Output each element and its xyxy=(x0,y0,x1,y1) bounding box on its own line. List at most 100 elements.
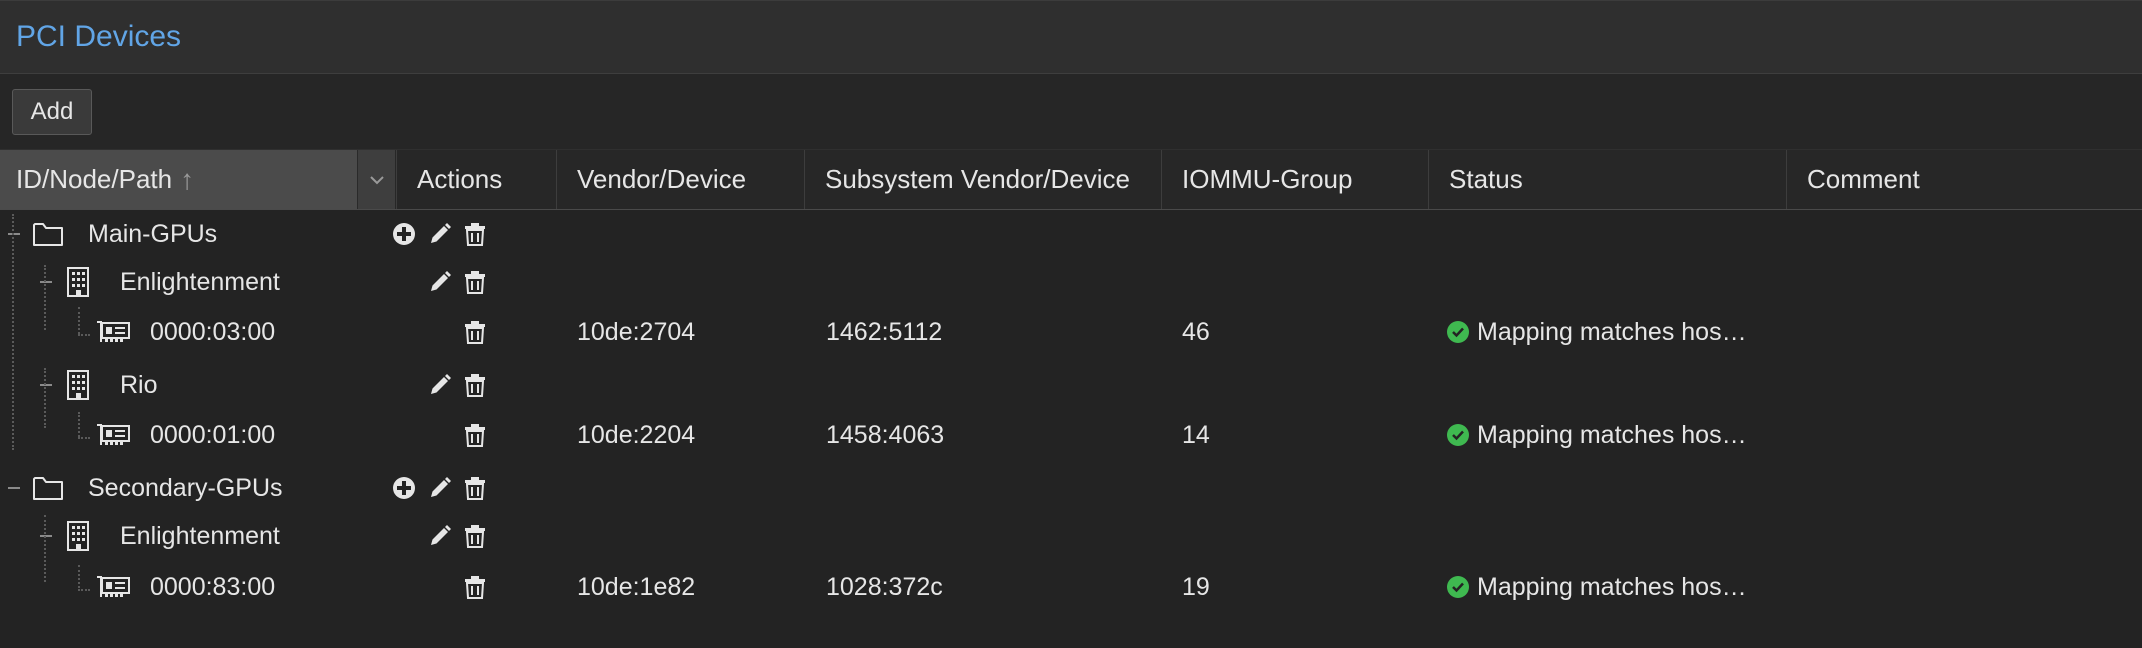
sort-ascending-icon: ↑ xyxy=(180,163,195,195)
subsystem-cell: 1458:4063 xyxy=(826,420,945,449)
pencil-icon xyxy=(428,476,452,500)
status-text: Mapping matches hos… xyxy=(1477,420,1747,449)
device-row[interactable]: 0000:83:00 10de:1e82 1028:372c 19 Mapping ma… xyxy=(0,561,2142,613)
column-header-comment-label: Comment xyxy=(1807,164,1920,194)
pencil-action-button[interactable] xyxy=(427,269,453,295)
collapse-toggle[interactable] xyxy=(40,384,52,386)
pencil-action-button[interactable] xyxy=(427,372,453,398)
status-cell: Mapping matches hos… xyxy=(1447,306,1747,358)
pci-card-icon xyxy=(96,306,130,358)
column-header-subsystem-label: Subsystem Vendor/Device xyxy=(825,164,1130,194)
tree-connector xyxy=(78,334,90,336)
chevron-down-icon xyxy=(369,175,384,184)
status-cell: Mapping matches hos… xyxy=(1447,409,1747,461)
trash-action-button[interactable] xyxy=(462,574,488,600)
iommu-group-cell: 14 xyxy=(1182,420,1210,449)
plus-circle-action-button[interactable] xyxy=(391,221,417,247)
plus-circle-icon xyxy=(392,476,416,500)
tree-guide-line xyxy=(44,368,46,428)
node-row[interactable]: Enlightenment xyxy=(0,256,2142,308)
check-circle-icon xyxy=(1447,576,1469,598)
grid-header: ID/Node/Path ↑ Actions Vendor/Device Sub… xyxy=(0,150,2142,210)
column-header-subsystem[interactable]: Subsystem Vendor/Device xyxy=(804,150,1161,209)
iommu-group-cell: 19 xyxy=(1182,572,1210,601)
tree-label: Secondary-GPUs xyxy=(88,473,283,502)
check-circle-icon xyxy=(1447,424,1469,446)
mapping-row[interactable]: Secondary-GPUs xyxy=(0,462,2142,514)
trash-action-button[interactable] xyxy=(462,372,488,398)
tree-guide-line xyxy=(78,412,80,437)
trash-action-button[interactable] xyxy=(462,221,488,247)
subsystem-cell: 1462:5112 xyxy=(826,317,943,346)
pci-card-icon xyxy=(96,409,130,461)
tree-label: Enlightenment xyxy=(120,521,280,550)
subsystem-cell: 1028:372c xyxy=(826,572,943,601)
trash-icon xyxy=(464,423,486,447)
tree-label: Rio xyxy=(120,370,158,399)
trash-icon xyxy=(464,222,486,246)
collapse-toggle[interactable] xyxy=(40,281,52,283)
device-row[interactable]: 0000:01:00 10de:2204 1458:4063 14 Mapping ma… xyxy=(0,409,2142,461)
server-icon xyxy=(66,256,90,308)
trash-action-button[interactable] xyxy=(462,269,488,295)
panel-title: PCI Devices xyxy=(16,20,182,53)
trash-action-button[interactable] xyxy=(462,319,488,345)
collapse-toggle[interactable] xyxy=(8,487,20,489)
tree-label: 0000:03:00 xyxy=(150,317,276,346)
server-icon xyxy=(66,510,90,562)
panel-header: PCI Devices xyxy=(0,0,2142,74)
column-header-vendor-device-label: Vendor/Device xyxy=(577,164,747,194)
trash-action-button[interactable] xyxy=(462,523,488,549)
column-header-vendor-device[interactable]: Vendor/Device xyxy=(556,150,804,209)
pencil-icon xyxy=(428,222,452,246)
plus-circle-action-button[interactable] xyxy=(391,475,417,501)
column-menu-trigger[interactable] xyxy=(357,150,395,209)
node-row[interactable]: Enlightenment xyxy=(0,510,2142,562)
tree-guide-line xyxy=(78,565,80,588)
column-header-iommu-label: IOMMU-Group xyxy=(1182,164,1353,194)
device-row[interactable]: 0000:03:00 10de:2704 1462:5112 46 Mapping ma… xyxy=(0,306,2142,358)
tree-label: Enlightenment xyxy=(120,267,280,296)
column-header-iommu[interactable]: IOMMU-Group xyxy=(1161,150,1428,209)
tree-label: 0000:01:00 xyxy=(150,420,276,449)
column-header-comment[interactable]: Comment xyxy=(1786,150,2142,209)
trash-action-button[interactable] xyxy=(462,422,488,448)
mapping-row[interactable]: Main-GPUs xyxy=(0,208,2142,260)
column-header-id-path[interactable]: ID/Node/Path ↑ xyxy=(0,150,357,209)
pencil-action-button[interactable] xyxy=(427,523,453,549)
status-text: Mapping matches hos… xyxy=(1477,572,1747,601)
column-header-status-label: Status xyxy=(1449,164,1523,194)
tree-guide-line xyxy=(78,307,80,334)
status-text: Mapping matches hos… xyxy=(1477,317,1747,346)
column-header-actions[interactable]: Actions xyxy=(396,150,556,209)
tree-label: Main-GPUs xyxy=(88,219,218,248)
toolbar: Add xyxy=(0,74,2142,150)
tree-connector xyxy=(78,589,90,591)
trash-icon xyxy=(464,373,486,397)
add-button[interactable]: Add xyxy=(12,88,92,135)
collapse-toggle[interactable] xyxy=(40,535,52,537)
pencil-action-button[interactable] xyxy=(427,221,453,247)
trash-icon xyxy=(464,524,486,548)
tree-guide-line xyxy=(44,515,46,582)
column-header-status[interactable]: Status xyxy=(1428,150,1786,209)
trash-action-button[interactable] xyxy=(462,475,488,501)
column-header-actions-label: Actions xyxy=(417,164,503,194)
vendor-device-cell: 10de:2204 xyxy=(577,420,696,449)
iommu-group-cell: 46 xyxy=(1182,317,1210,346)
pci-card-icon xyxy=(96,561,130,613)
vendor-device-cell: 10de:1e82 xyxy=(577,572,696,601)
vendor-device-cell: 10de:2704 xyxy=(577,317,696,346)
node-row[interactable]: Rio xyxy=(0,359,2142,411)
pencil-icon xyxy=(428,373,452,397)
pencil-icon xyxy=(428,270,452,294)
folder-icon xyxy=(32,462,64,514)
column-header-id-path-label: ID/Node/Path xyxy=(16,164,173,194)
folder-icon xyxy=(32,208,64,260)
pencil-action-button[interactable] xyxy=(427,475,453,501)
tree-guide-line xyxy=(12,214,14,450)
collapse-toggle[interactable] xyxy=(8,233,20,235)
trash-icon xyxy=(464,320,486,344)
tree-guide-line xyxy=(44,265,46,330)
status-cell: Mapping matches hos… xyxy=(1447,561,1747,613)
